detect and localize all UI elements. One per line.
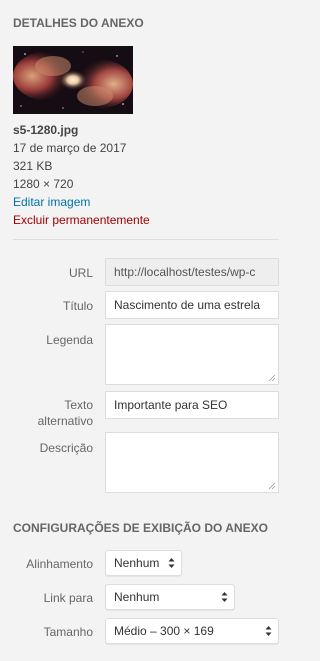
caption-textarea[interactable]: [105, 324, 279, 385]
attachment-dimensions: 1280 × 720: [13, 177, 74, 191]
delete-permanently-link[interactable]: Excluir permanentemente: [13, 211, 150, 229]
attachment-details-panel: DETALHES DO ANEXO s5-1280.jpg 17 de març…: [0, 0, 295, 661]
attachment-filesize: 321 KB: [13, 159, 53, 173]
resize-grip-icon[interactable]: [268, 374, 276, 382]
edit-image-link[interactable]: Editar imagem: [13, 193, 150, 211]
select-arrows-icon: [168, 558, 175, 568]
resize-grip-icon[interactable]: [268, 482, 276, 490]
description-textarea[interactable]: [105, 432, 279, 493]
nebula-thumbnail-icon: [13, 46, 133, 114]
select-arrows-icon: [265, 626, 272, 636]
size-select[interactable]: Médio – 300 × 169: [105, 618, 279, 644]
size-selected: Médio – 300 × 169: [114, 624, 214, 638]
link-to-label: Link para: [43, 591, 93, 605]
display-settings-heading: CONFIGURAÇÕES DE EXIBIÇÃO DO ANEXO: [13, 521, 268, 535]
size-label: Tamanho: [43, 625, 93, 639]
description-label: Descrição: [39, 441, 93, 455]
url-field[interactable]: http://localhost/testes/wp-c: [105, 258, 279, 286]
alt-text-label: Texto alternativo: [38, 397, 93, 429]
attachment-info: s5-1280.jpg 17 de março de 2017 321 KB 1…: [13, 121, 150, 229]
alignment-select[interactable]: Nenhum: [105, 550, 182, 576]
alt-text-label-line1: Texto: [64, 398, 93, 412]
link-to-select[interactable]: Nenhum: [105, 584, 235, 610]
alt-text-label-line2: alternativo: [37, 414, 93, 428]
attachment-filename: s5-1280.jpg: [13, 123, 79, 137]
alt-text-input[interactable]: Importante para SEO: [105, 391, 279, 419]
caption-label: Legenda: [46, 333, 93, 347]
attachment-details-heading: DETALHES DO ANEXO: [13, 16, 144, 30]
select-arrows-icon: [221, 592, 228, 602]
url-label: URL: [68, 266, 93, 280]
divider: [13, 239, 279, 240]
title-input[interactable]: Nascimento de uma estrela: [105, 291, 279, 319]
alignment-selected: Nenhum: [114, 556, 160, 570]
alignment-label: Alinhamento: [26, 557, 93, 571]
link-to-selected: Nenhum: [114, 590, 160, 604]
attachment-thumbnail[interactable]: [13, 46, 133, 114]
title-label: Título: [62, 299, 93, 313]
attachment-date: 17 de março de 2017: [13, 141, 127, 155]
